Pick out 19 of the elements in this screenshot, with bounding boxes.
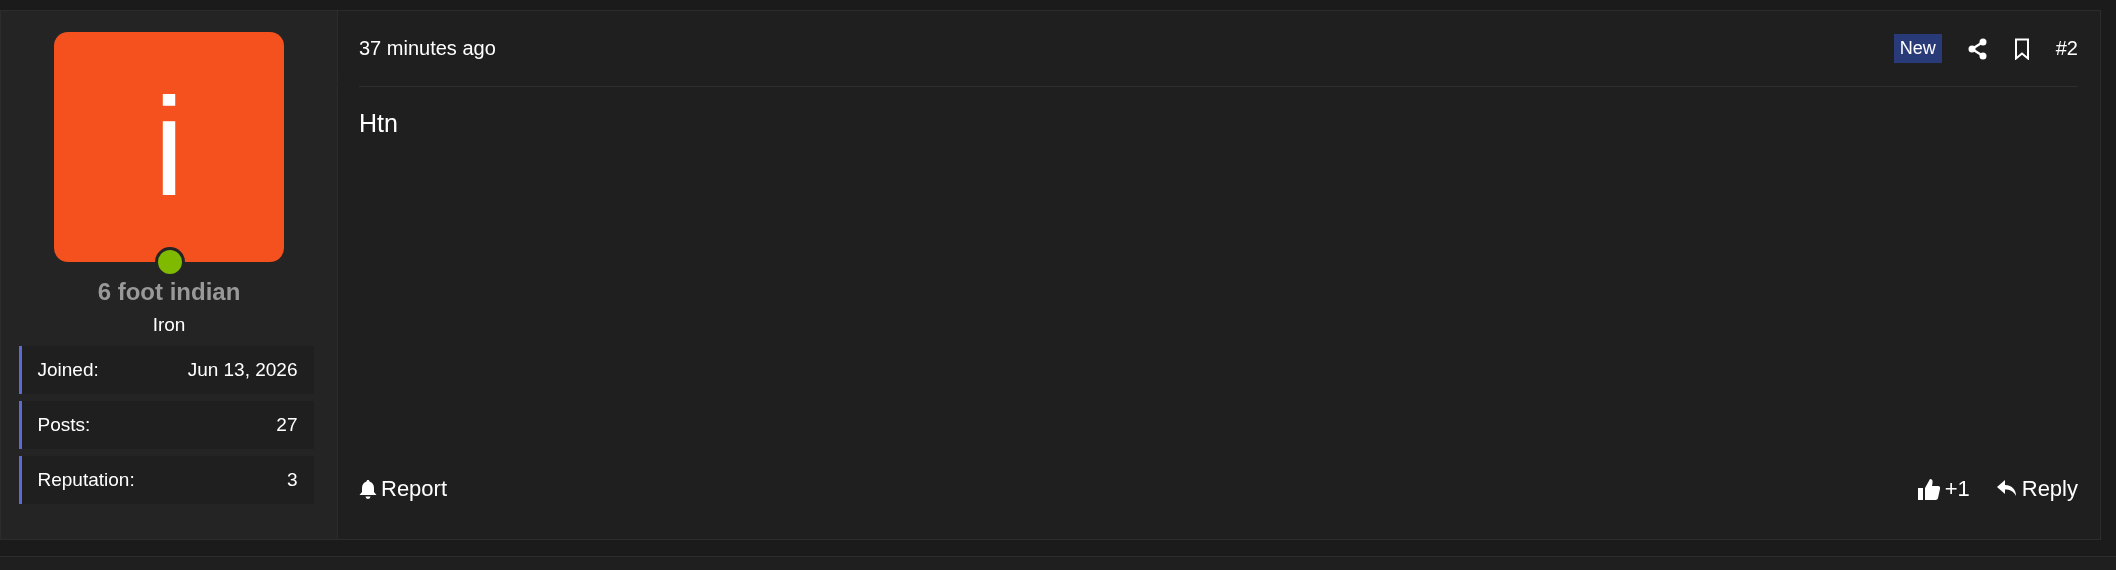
share-icon[interactable] bbox=[1967, 37, 1988, 60]
stat-value: 27 bbox=[276, 414, 298, 436]
user-title: Iron bbox=[152, 314, 186, 336]
stat-label: Reputation: bbox=[37, 469, 135, 491]
bookmark-icon[interactable] bbox=[2013, 37, 2030, 60]
username-link[interactable]: 6 foot indian bbox=[97, 278, 241, 306]
bell-icon bbox=[359, 479, 377, 499]
report-link[interactable]: Report bbox=[359, 476, 448, 502]
reply-link[interactable]: Reply bbox=[1995, 476, 2078, 502]
like-button[interactable]: +1 bbox=[1916, 476, 1970, 502]
stat-label: Joined: bbox=[37, 359, 99, 381]
post-body: Htn bbox=[359, 108, 399, 139]
post-time-link[interactable]: 37 minutes ago bbox=[359, 37, 496, 60]
stat-value: 3 bbox=[286, 469, 298, 491]
stat-value: Jun 13, 2026 bbox=[187, 359, 298, 381]
thumbs-up-icon bbox=[1916, 477, 1941, 501]
new-badge: New bbox=[1893, 34, 1942, 63]
post-number-link[interactable]: #2 bbox=[2055, 37, 2078, 60]
stat-label: Posts: bbox=[37, 414, 91, 436]
